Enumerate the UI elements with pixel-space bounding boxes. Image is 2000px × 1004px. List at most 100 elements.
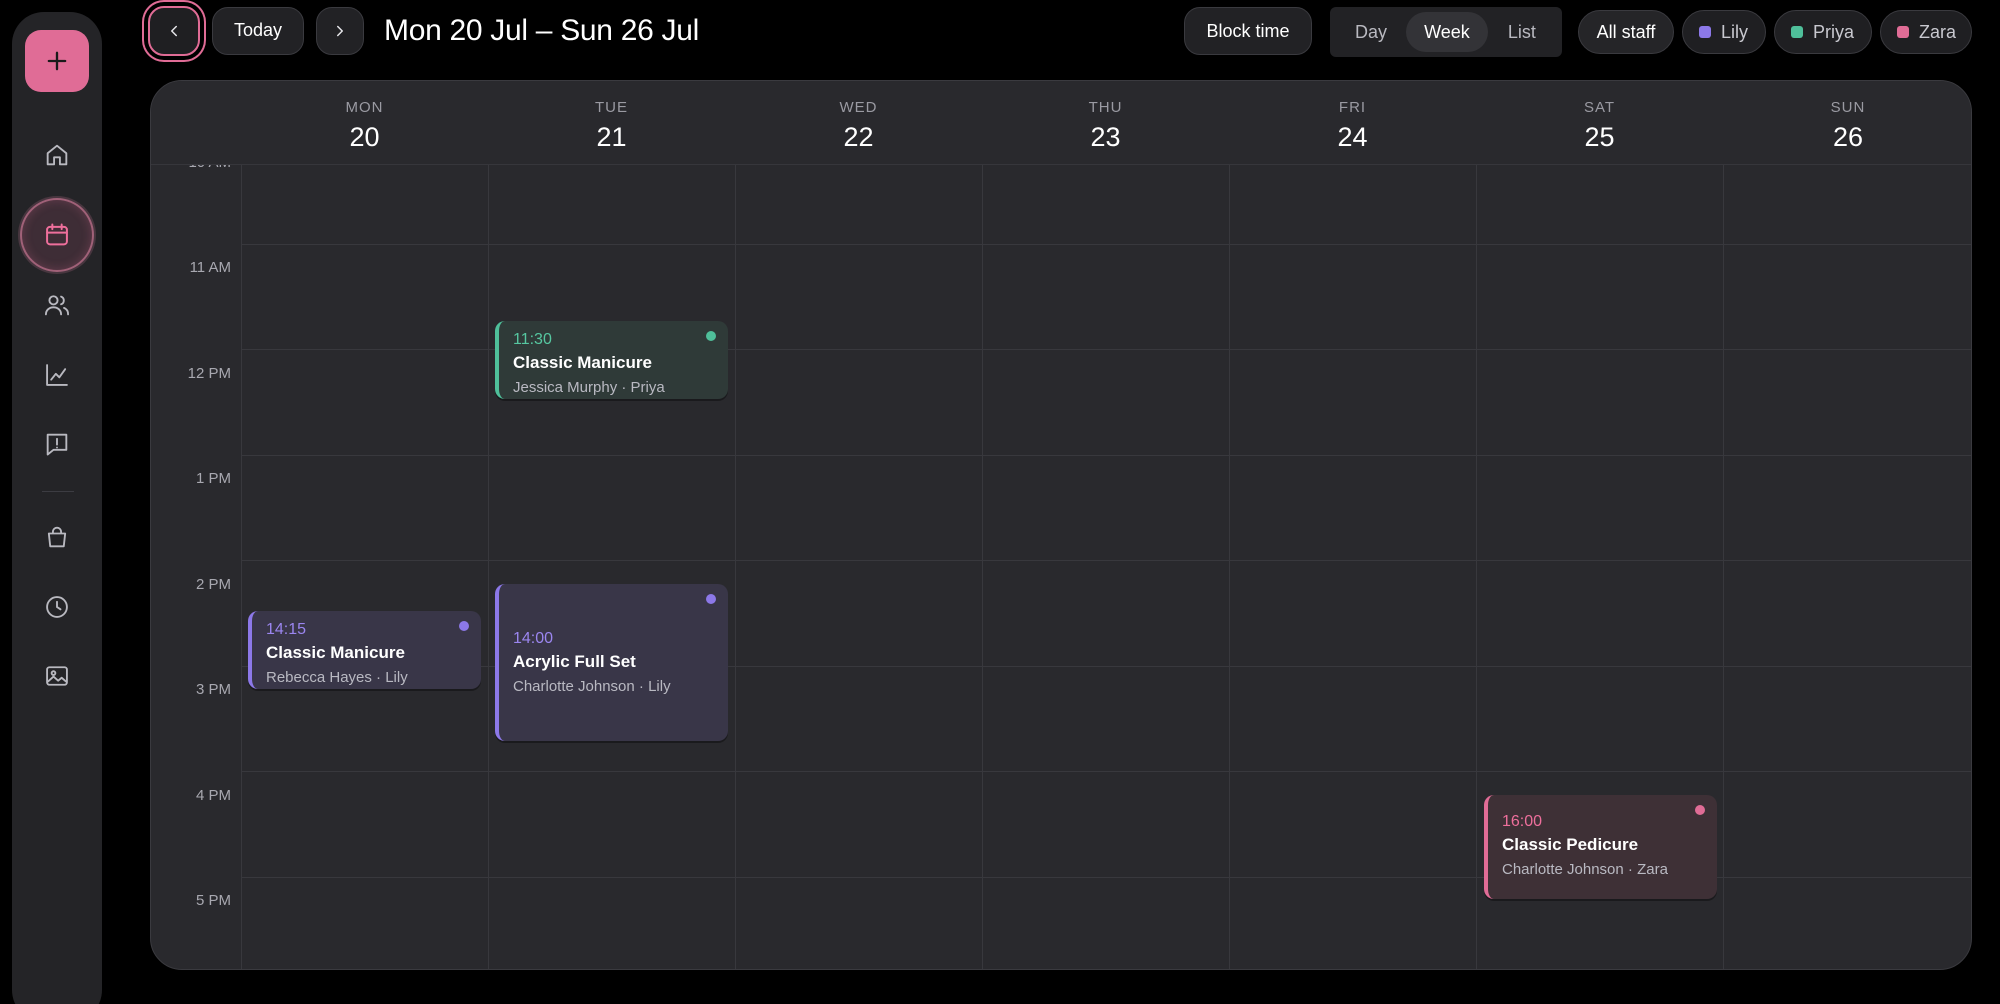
staff-filter-zara[interactable]: Zara [1880,10,1972,54]
staff-color-dot [1699,26,1711,38]
hour-line [241,560,1971,561]
staff-filter-label: Priya [1813,21,1855,42]
sidebar-item-history[interactable] [34,584,80,630]
day-of-week: SUN [1830,99,1866,116]
hour-line [241,244,1971,245]
day-number: 25 [1584,122,1615,152]
sidebar-item-reports[interactable] [34,352,80,398]
time-label: 5 PM [195,892,231,909]
sidebar-divider [42,491,74,492]
sidebar-item-gallery[interactable] [34,653,80,699]
day-header-wed[interactable]: WED 22 [735,81,982,165]
chevron-right-icon [337,25,343,37]
appointment-title: Classic Manicure [266,643,405,662]
day-number: 22 [843,122,874,152]
time-label: 4 PM [195,787,231,804]
image-icon [46,666,68,686]
day-header-thu[interactable]: THU 23 [982,81,1229,165]
appointment-client-staff: Rebecca Hayes · Lily [266,669,408,686]
day-of-week: MON [345,99,384,116]
staff-filter-priya[interactable]: Priya [1774,10,1872,54]
day-header-fri[interactable]: FRI 24 [1229,81,1476,165]
day-of-week: FRI [1338,99,1367,116]
staff-filter-label: Lily [1721,21,1749,42]
appointment-card[interactable]: 14:00 Acrylic Full Set Charlotte Johnson… [495,584,728,741]
appointment-client-staff: Charlotte Johnson · Lily [513,678,671,695]
appointment-client-staff: Charlotte Johnson · Zara [1502,861,1668,878]
appointment-time: 11:30 [513,331,552,348]
appointment-time: 14:00 [513,630,554,647]
day-of-week: WED [839,99,878,116]
sidebar-item-alerts[interactable] [34,421,80,467]
appointment-time: 14:15 [266,621,307,638]
staff-color-dot [459,621,469,631]
sidebar [12,12,102,1004]
chevron-left-icon [171,25,177,37]
sidebar-item-clients[interactable] [34,282,80,328]
sidebar-item-home[interactable] [34,132,80,178]
day-of-week: SAT [1583,99,1616,116]
calendar-icon [46,223,68,246]
view-day-tab[interactable]: Day [1336,12,1406,52]
date-range-title: Mon 20 Jul – Sun 26 Jul [384,14,699,47]
staff-filter-all[interactable]: All staff [1578,10,1674,54]
staff-filter-label: Zara [1919,21,1957,42]
day-header-mon[interactable]: MON 20 [241,81,488,165]
day-number: 23 [1090,122,1121,152]
time-label: 1 PM [195,470,231,487]
time-label: 11 AM [189,259,231,276]
time-label: 2 PM [195,576,231,593]
today-button[interactable]: Today [212,7,304,55]
users-icon [44,295,70,316]
appointment-card[interactable]: 14:15 Classic Manicure Rebecca Hayes · L… [248,611,481,689]
next-week-button[interactable] [316,7,364,55]
hour-line [241,771,1971,772]
view-week-tab[interactable]: Week [1406,12,1488,52]
clock-icon [46,596,68,618]
staff-color-dot [1791,26,1803,38]
day-divider [982,81,983,969]
shopping-bag-icon [47,526,67,548]
day-of-week: THU [1088,99,1123,116]
view-list-tab[interactable]: List [1488,12,1556,52]
block-time-button[interactable]: Block time [1184,7,1312,55]
previous-week-button[interactable] [148,6,200,56]
day-header-sun[interactable]: SUN 26 [1723,81,1971,165]
day-divider [1723,81,1724,969]
day-number: 21 [596,122,627,152]
day-header-tue[interactable]: TUE 21 [488,81,735,165]
hour-line [241,455,1971,456]
day-divider [1476,81,1477,969]
staff-color-dot [1695,805,1705,815]
sidebar-item-calendar[interactable] [20,198,94,272]
plus-icon [47,51,67,71]
staff-color-dot [1897,26,1909,38]
staff-filter-lily[interactable]: Lily [1682,10,1766,54]
time-label: 12 PM [187,365,231,382]
day-divider [735,81,736,969]
home-icon [46,144,68,166]
staff-color-dot [706,594,716,604]
day-divider [241,81,242,969]
appointment-title: Classic Pedicure [1502,835,1639,854]
chart-line-icon [46,364,68,386]
time-label: 3 PM [195,681,231,698]
sidebar-item-shop[interactable] [34,514,80,560]
appointment-title: Classic Manicure [513,353,652,372]
new-appointment-button[interactable] [25,30,89,92]
appointment-title: Acrylic Full Set [513,652,636,671]
day-number: 20 [349,122,380,152]
staff-color-dot [706,331,716,341]
day-header-row: MON 20 TUE 21 WED 22 THU 23 FRI 24 SAT 2… [151,81,1971,165]
day-number: 24 [1337,122,1368,152]
appointment-client-staff: Jessica Murphy · Priya [513,379,665,396]
appointment-card[interactable]: 16:00 Classic Pedicure Charlotte Johnson… [1484,795,1717,899]
appointment-card[interactable]: 11:30 Classic Manicure Jessica Murphy · … [495,321,728,399]
day-header-sat[interactable]: SAT 25 [1476,81,1723,165]
alert-icon [46,433,68,456]
week-calendar: 10 AM 11 AM 12 PM 1 PM 2 PM 3 PM 4 PM 5 … [150,80,1972,970]
appointment-time: 16:00 [1502,813,1543,830]
day-of-week: TUE [595,99,628,116]
view-switcher: Day Week List [1330,7,1562,57]
day-divider [488,81,489,969]
